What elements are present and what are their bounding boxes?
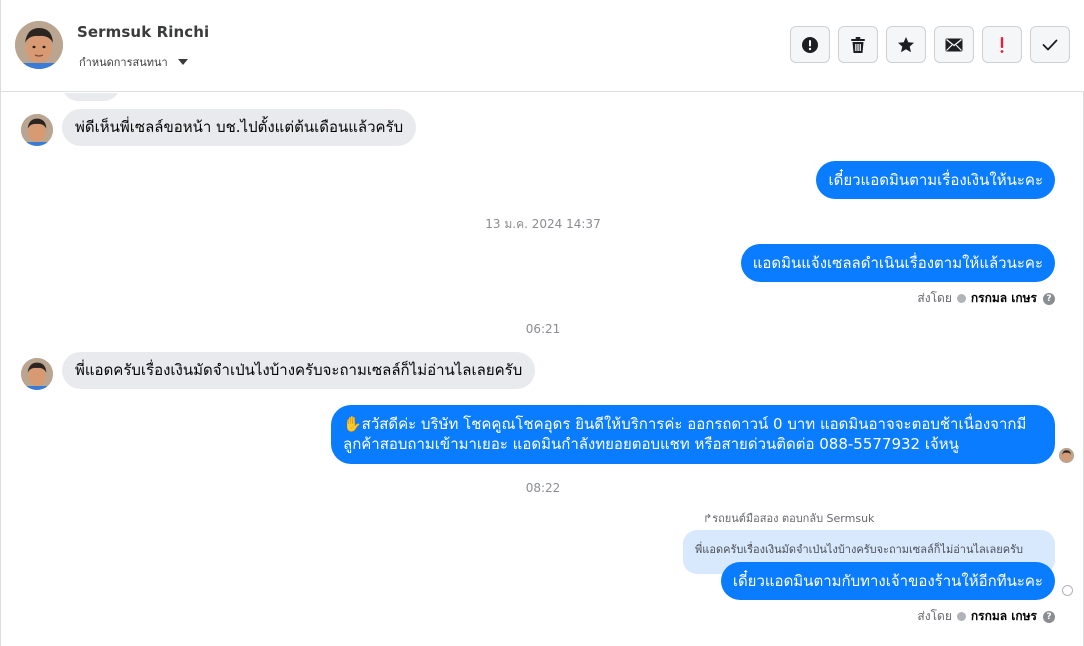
conversation-header: Sermsuk Rinchi กำหนดการสนทนา	[1, 0, 1084, 92]
envelope-icon	[945, 38, 963, 51]
message-line: ลูกค้าสอบถามเข้ามาเยอะ แอดมินกำลังทยอยตอ…	[343, 435, 959, 453]
contact-name[interactable]: Sermsuk Rinchi	[77, 23, 209, 41]
help-icon[interactable]: ?	[1043, 292, 1055, 305]
sent-by-label: ส่งโดย	[917, 609, 952, 623]
timestamp-separator: 06:21	[525, 322, 561, 336]
contact-avatar-small	[21, 114, 53, 146]
caret-down-icon	[177, 59, 188, 65]
conversation-settings-label: กำหนดการสนทนา	[79, 56, 168, 69]
check-icon	[1042, 39, 1058, 50]
contact-avatar-small	[21, 358, 53, 390]
star-icon	[898, 36, 914, 52]
timestamp-separator: 08:22	[525, 481, 561, 495]
mark-done-button[interactable]	[1030, 26, 1070, 63]
message-list[interactable]: พ่ดีเห็นพี่เซลล์ขอหน้า บช.ไปตั้งแต่ต้นเด…	[1, 93, 1084, 646]
follow-up-button[interactable]	[982, 26, 1022, 63]
alert-circle-icon	[802, 36, 818, 53]
message-line: ✋สวัสดีค่ะ บริษัท โชคคูณโชคอุดร ยินดีให้…	[343, 415, 1027, 433]
message-bubble-incoming	[62, 93, 120, 101]
sent-by-line: ส่งโดย กรกมล เกษร ?	[917, 607, 1055, 626]
message-bubble-incoming: พี่แอดครับเรื่องเงินมัดจำเป่นไงบ้างครับจ…	[62, 352, 536, 389]
conversation-actions	[790, 26, 1070, 63]
sent-check-icon	[1062, 585, 1073, 596]
agent-status-icon	[956, 294, 966, 303]
star-button[interactable]	[886, 26, 926, 63]
message-bubble-outgoing: ✋สวัสดีค่ะ บริษัท โชคคูณโชคอุดร ยินดีให้…	[331, 405, 1055, 464]
report-button[interactable]	[790, 26, 830, 63]
delete-button[interactable]	[838, 26, 878, 63]
inbox-conversation-panel: Sermsuk Rinchi กำหนดการสนทนา พ่ดีเห็นพี่…	[0, 0, 1084, 646]
sent-by-label: ส่งโดย	[917, 291, 952, 305]
exclamation-icon	[1000, 36, 1004, 53]
message-bubble-incoming: พ่ดีเห็นพี่เซลล์ขอหน้า บช.ไปตั้งแต่ต้นเด…	[62, 109, 417, 146]
trash-icon	[851, 36, 865, 53]
timestamp-separator: 13 ม.ค. 2024 14:37	[485, 217, 601, 231]
read-receipt-avatar	[1059, 448, 1074, 463]
message-bubble-outgoing: แอดมินแจ้งเซลลดำเนินเรื่องตามให้แล้วนะคะ	[740, 244, 1055, 282]
conversation-settings-dropdown[interactable]: กำหนดการสนทนา	[79, 53, 188, 71]
sent-by-line: ส่งโดย กรกมล เกษร ?	[917, 289, 1055, 308]
message-bubble-outgoing: เดี๋ยวแอดมินตามเรื่องเงินให้นะคะ	[816, 161, 1055, 199]
help-icon[interactable]: ?	[1043, 610, 1055, 623]
sent-by-agent[interactable]: กรกมล เกษร	[971, 607, 1037, 626]
reply-context: ↱รถยนต์มือสอง ตอบกลับ Sermsuk	[703, 512, 875, 525]
sent-by-agent[interactable]: กรกมล เกษร	[971, 289, 1037, 308]
message-bubble-outgoing: เดี๋ยวแอดมินตามกับทางเจ้าของร้านให้อีกที…	[720, 562, 1055, 600]
contact-avatar[interactable]	[15, 21, 63, 69]
mark-unread-button[interactable]	[934, 26, 974, 63]
agent-status-icon	[956, 612, 966, 621]
